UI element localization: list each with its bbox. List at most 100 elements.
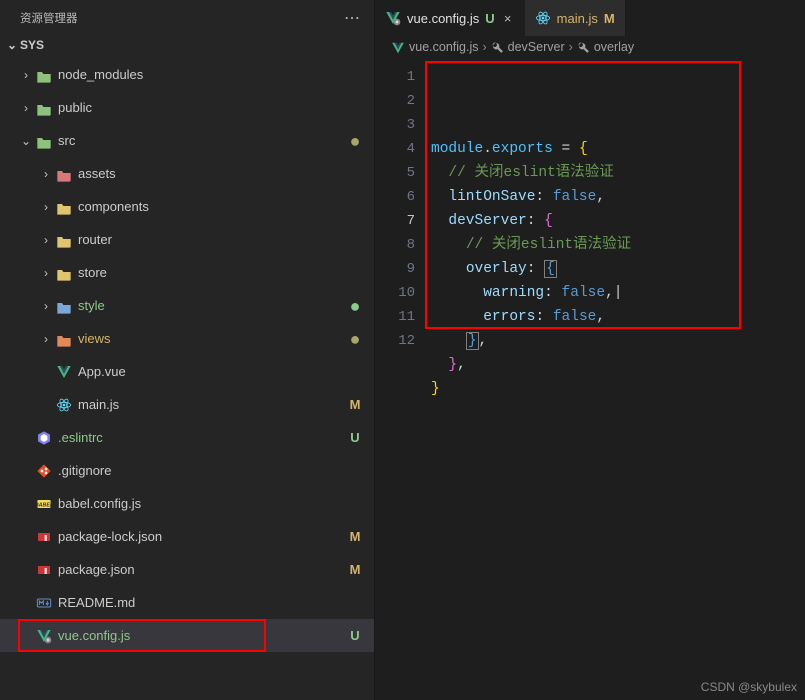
tree-item-label: store (74, 265, 364, 280)
babel-icon: BABEL (34, 495, 54, 512)
tree-item-node-modules[interactable]: › node_modules (0, 58, 374, 91)
code-line: lintOnSave: false, (431, 185, 795, 209)
tree-item-label: public (54, 100, 364, 115)
chevron-down-icon: ⌄ (18, 134, 34, 148)
code-line: errors: false, (431, 305, 795, 329)
code-line: // 关闭eslint语法验证 (431, 233, 795, 257)
git-icon (34, 462, 54, 479)
tree-item-views[interactable]: ›views● (0, 322, 374, 355)
folder-views-icon (54, 330, 74, 346)
line-number: 3 (375, 113, 415, 137)
git-status-badge: M (346, 529, 364, 544)
tree-item-label: package-lock.json (54, 529, 346, 544)
workspace-name: SYS (20, 38, 44, 52)
chevron-right-icon: › (38, 299, 54, 313)
code-line: devServer: { (431, 209, 795, 233)
chevron-right-icon: › (38, 266, 54, 280)
code-line: // 关闭eslint语法验证 (431, 161, 795, 185)
tree-item-store[interactable]: › store (0, 256, 374, 289)
folder-style-icon (54, 297, 74, 313)
tree-item-label: .eslintrc (54, 430, 346, 445)
line-number: 10 (375, 281, 415, 305)
tree-item--eslintrc[interactable]: ›.eslintrcU (0, 421, 374, 454)
tree-item-src[interactable]: ⌄src● (0, 124, 374, 157)
breadcrumb[interactable]: vue.config.js › devServer › overlay (375, 36, 805, 59)
eslint-icon (34, 429, 54, 446)
tree-item-label: .gitignore (54, 463, 364, 478)
tree-item-package-lock-json[interactable]: ›package-lock.jsonM (0, 520, 374, 553)
tree-item-label: components (74, 199, 364, 214)
line-number: 4 (375, 137, 415, 161)
code-line: }, (431, 329, 795, 353)
line-number: 9 (375, 257, 415, 281)
tab-vue-config-js[interactable]: vue.config.js U × (375, 0, 525, 36)
chevron-right-icon: › (38, 167, 54, 181)
tree-item-package-json[interactable]: ›package.jsonM (0, 553, 374, 586)
explorer-title: 资源管理器 (20, 10, 78, 26)
breadcrumb-part: devServer (508, 40, 565, 54)
tree-item-label: views (74, 331, 346, 346)
tab-label: vue.config.js (407, 11, 479, 26)
tree-item-main-js[interactable]: ›main.jsM (0, 388, 374, 421)
wrench-icon (491, 40, 504, 54)
react-icon (535, 10, 551, 27)
folder-module-icon (34, 66, 54, 82)
vue-icon (391, 40, 405, 55)
editor[interactable]: 123456789101112 module.exports = { // 关闭… (375, 59, 805, 700)
tab-main-js[interactable]: main.jsM (525, 0, 625, 36)
git-status-badge: U (346, 430, 364, 445)
tree-item-components[interactable]: › components (0, 190, 374, 223)
tree-item--gitignore[interactable]: ›.gitignore (0, 454, 374, 487)
git-status-badge: M (604, 11, 615, 26)
npm-icon (34, 561, 54, 578)
line-number: 6 (375, 185, 415, 209)
svg-text:BABEL: BABEL (36, 503, 52, 509)
tree-item-readme-md[interactable]: ›README.md (0, 586, 374, 619)
chevron-right-icon: › (38, 200, 54, 214)
npm-icon (34, 528, 54, 545)
tree-item-app-vue[interactable]: ›App.vue (0, 355, 374, 388)
line-number: 11 (375, 305, 415, 329)
folder-public-icon (34, 99, 54, 115)
watermark: CSDN @skybulex (701, 680, 797, 694)
wrench-icon (577, 40, 590, 54)
editor-area: vue.config.js U × main.jsM vue.config.js › … (375, 0, 805, 700)
code-line (431, 401, 795, 425)
tree-item-label: router (74, 232, 364, 247)
tree-item-label: package.json (54, 562, 346, 577)
tree-item-label: babel.config.js (54, 496, 364, 511)
tree-item-label: assets (74, 166, 364, 181)
chevron-right-icon: › (38, 233, 54, 247)
git-status-badge: M (346, 397, 364, 412)
close-icon[interactable]: × (501, 11, 515, 26)
vueconf-icon (385, 10, 401, 27)
vue-icon (54, 363, 74, 380)
tree-item-label: src (54, 133, 346, 148)
tree-item-style[interactable]: ›style● (0, 289, 374, 322)
workspace-header[interactable]: ⌄ SYS (0, 34, 374, 56)
folder-router-icon (54, 231, 74, 247)
explorer-sidebar: 资源管理器 ⋯ ⌄ SYS ›node_modules›public⌄src●›… (0, 0, 375, 700)
code-content[interactable]: module.exports = { // 关闭eslint语法验证 lintO… (425, 59, 805, 700)
line-number: 1 (375, 65, 415, 89)
code-line: overlay: { (431, 257, 795, 281)
chevron-right-icon: › (482, 40, 486, 54)
tree-item-router[interactable]: › router (0, 223, 374, 256)
line-number: 2 (375, 89, 415, 113)
tree-item-babel-config-js[interactable]: ›BABELbabel.config.js (0, 487, 374, 520)
more-icon[interactable]: ⋯ (344, 8, 360, 28)
line-number: 5 (375, 161, 415, 185)
git-status-badge: U (485, 11, 494, 26)
line-number: 12 (375, 329, 415, 353)
tree-item-label: README.md (54, 595, 364, 610)
chevron-right-icon: › (18, 68, 34, 82)
code-line: warning: false,| (431, 281, 795, 305)
tree-item-assets[interactable]: › assets (0, 157, 374, 190)
tree-item-vue-config-js[interactable]: ›vue.config.jsU (0, 619, 374, 652)
md-icon (34, 594, 54, 611)
tree-item-public[interactable]: ›public (0, 91, 374, 124)
tree-item-label: style (74, 298, 346, 313)
line-gutter: 123456789101112 (375, 59, 425, 700)
folder-icon (54, 165, 74, 181)
tree-item-label: node_modules (54, 67, 364, 82)
